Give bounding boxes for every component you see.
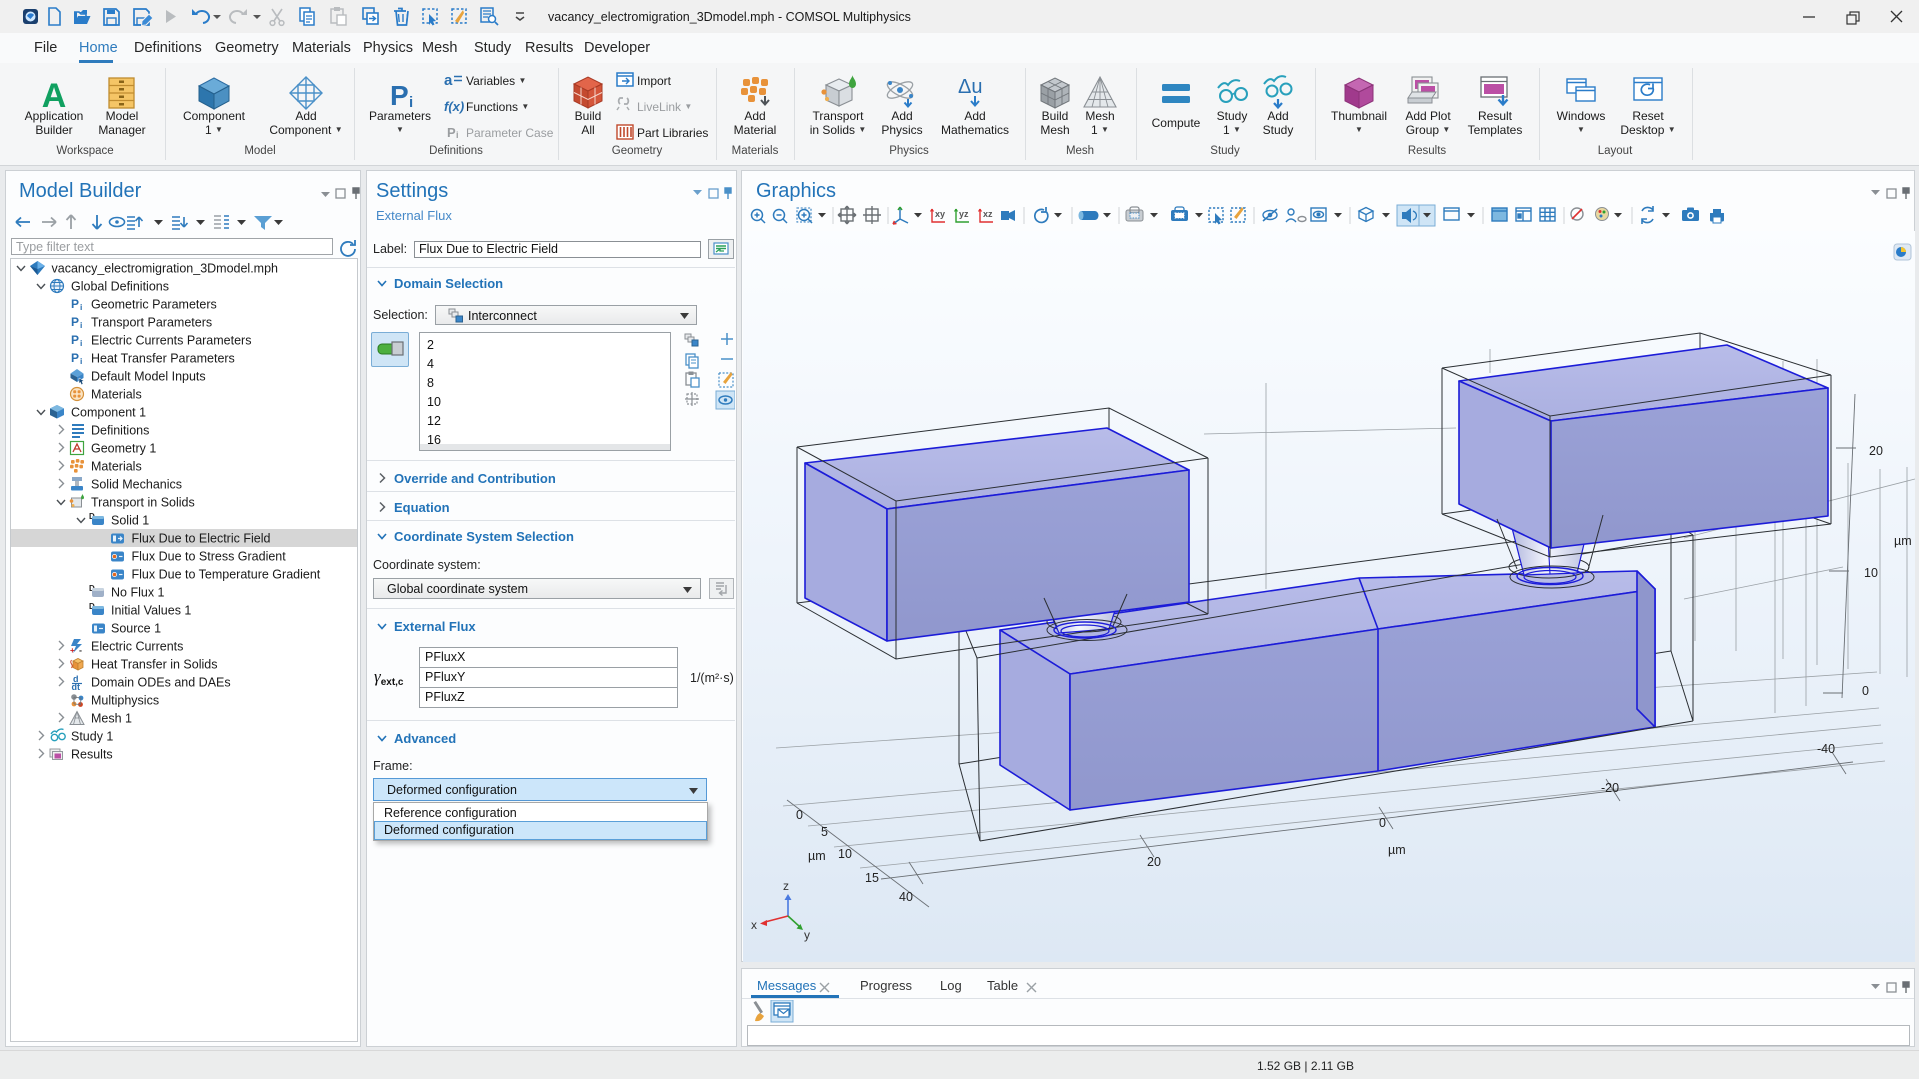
svg-text:yz: yz xyxy=(959,209,969,219)
svg-text:Results: Results xyxy=(71,748,113,762)
svg-text:Mesh 1: Mesh 1 xyxy=(91,712,132,726)
svg-text:Geometric Parameters: Geometric Parameters xyxy=(91,298,217,312)
svg-text:+: + xyxy=(70,646,75,655)
svg-text:0: 0 xyxy=(1379,816,1386,830)
svg-text:P: P xyxy=(71,315,79,329)
svg-text:Materials: Materials xyxy=(91,460,142,474)
svg-text:a: a xyxy=(444,72,453,89)
svg-text:P: P xyxy=(71,297,79,311)
svg-text:10: 10 xyxy=(838,847,852,861)
svg-text:Multiphysics: Multiphysics xyxy=(91,694,159,708)
svg-text:i: i xyxy=(80,302,82,312)
svg-text:i: i xyxy=(456,130,459,140)
svg-text:µm: µm xyxy=(1388,843,1406,857)
svg-text:Flux Due to Stress Gradient: Flux Due to Stress Gradient xyxy=(132,550,287,564)
svg-text:-40: -40 xyxy=(1817,742,1835,756)
svg-text:40: 40 xyxy=(899,890,913,904)
svg-text:z: z xyxy=(783,879,789,893)
svg-text:10: 10 xyxy=(1864,566,1878,580)
svg-text:Electric Currents: Electric Currents xyxy=(91,640,183,654)
svg-text:Default Model Inputs: Default Model Inputs xyxy=(91,370,206,384)
svg-text:Flux Due to Temperature Gradie: Flux Due to Temperature Gradient xyxy=(132,568,321,582)
svg-text:Solid 1: Solid 1 xyxy=(111,514,149,528)
svg-text:i: i xyxy=(80,356,82,366)
svg-text:-: - xyxy=(79,646,82,656)
svg-text:i: i xyxy=(80,320,82,330)
svg-text:P: P xyxy=(71,351,79,365)
svg-text:Transport Parameters: Transport Parameters xyxy=(91,316,212,330)
svg-text:Component 1: Component 1 xyxy=(71,406,146,420)
svg-text:Transport in Solids: Transport in Solids xyxy=(91,496,195,510)
svg-text:Heat Transfer in Solids: Heat Transfer in Solids xyxy=(91,658,217,672)
svg-text:y: y xyxy=(804,928,810,942)
svg-text:Heat Transfer Parameters: Heat Transfer Parameters xyxy=(91,352,235,366)
svg-text:Source 1: Source 1 xyxy=(111,622,161,636)
svg-text:vacancy_electromigration_3Dmod: vacancy_electromigration_3Dmodel.mph xyxy=(52,262,279,276)
svg-text:Initial Values 1: Initial Values 1 xyxy=(111,604,191,618)
svg-text:No Flux 1: No Flux 1 xyxy=(111,586,165,600)
svg-text:µm: µm xyxy=(808,849,826,863)
svg-text:Geometry 1: Geometry 1 xyxy=(91,442,156,456)
svg-text:xz: xz xyxy=(983,209,993,219)
svg-text:Δu: Δu xyxy=(958,76,982,98)
svg-text:15: 15 xyxy=(865,871,879,885)
svg-text:i: i xyxy=(80,338,82,348)
svg-text:0: 0 xyxy=(796,808,803,822)
svg-text:µm: µm xyxy=(1894,534,1912,548)
svg-text:Solid Mechanics: Solid Mechanics xyxy=(91,478,182,492)
svg-text:x: x xyxy=(751,918,757,932)
svg-text:Materials: Materials xyxy=(91,388,142,402)
svg-text:dt: dt xyxy=(72,682,81,692)
svg-text:20: 20 xyxy=(1869,444,1883,458)
svg-text:Study 1: Study 1 xyxy=(71,730,113,744)
svg-text:Flux Due to Electric Field: Flux Due to Electric Field xyxy=(132,532,271,546)
svg-text:20: 20 xyxy=(1147,855,1161,869)
svg-text:Electric Currents Parameters: Electric Currents Parameters xyxy=(91,334,251,348)
svg-text:Global Definitions: Global Definitions xyxy=(71,280,169,294)
svg-text:P: P xyxy=(390,80,409,111)
svg-text:-20: -20 xyxy=(1601,781,1619,795)
svg-text:P: P xyxy=(71,333,79,347)
svg-text:0: 0 xyxy=(1862,684,1869,698)
svg-text:xy: xy xyxy=(935,209,945,219)
svg-text:Definitions: Definitions xyxy=(91,424,149,438)
svg-text:Domain ODEs and DAEs: Domain ODEs and DAEs xyxy=(91,676,231,690)
svg-text:5: 5 xyxy=(821,825,828,839)
